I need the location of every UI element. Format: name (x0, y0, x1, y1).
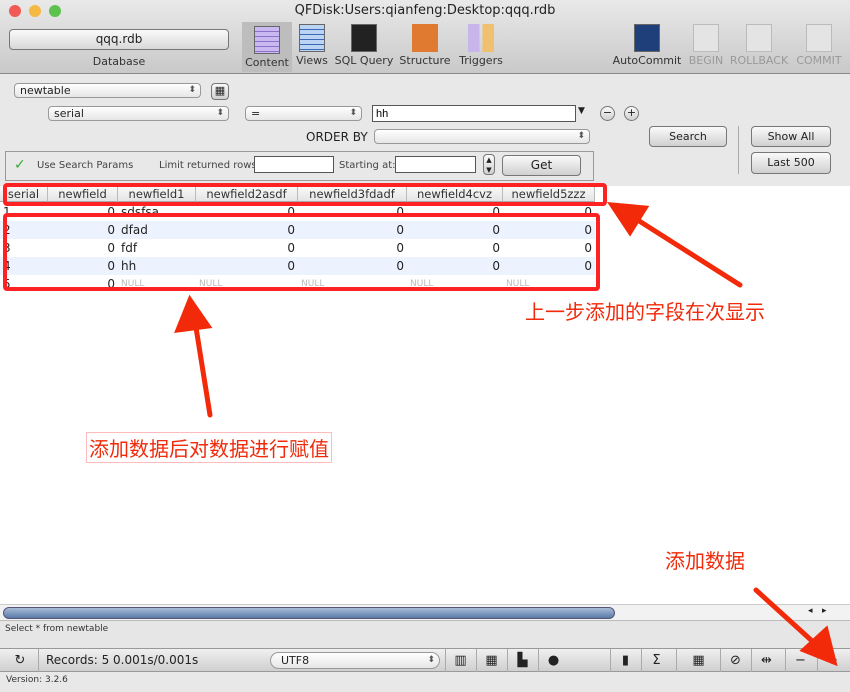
annotation-add-note: 添加数据 (665, 549, 745, 573)
annotation-rows-note: 添加数据后对数据进行赋值 (86, 432, 332, 463)
arrow-head (174, 294, 213, 334)
arrow-head (607, 202, 650, 237)
annotation-header-note: 上一步添加的字段在次显示 (525, 300, 765, 324)
annotation-arrows (174, 202, 838, 667)
arrow-to-header (622, 209, 743, 288)
